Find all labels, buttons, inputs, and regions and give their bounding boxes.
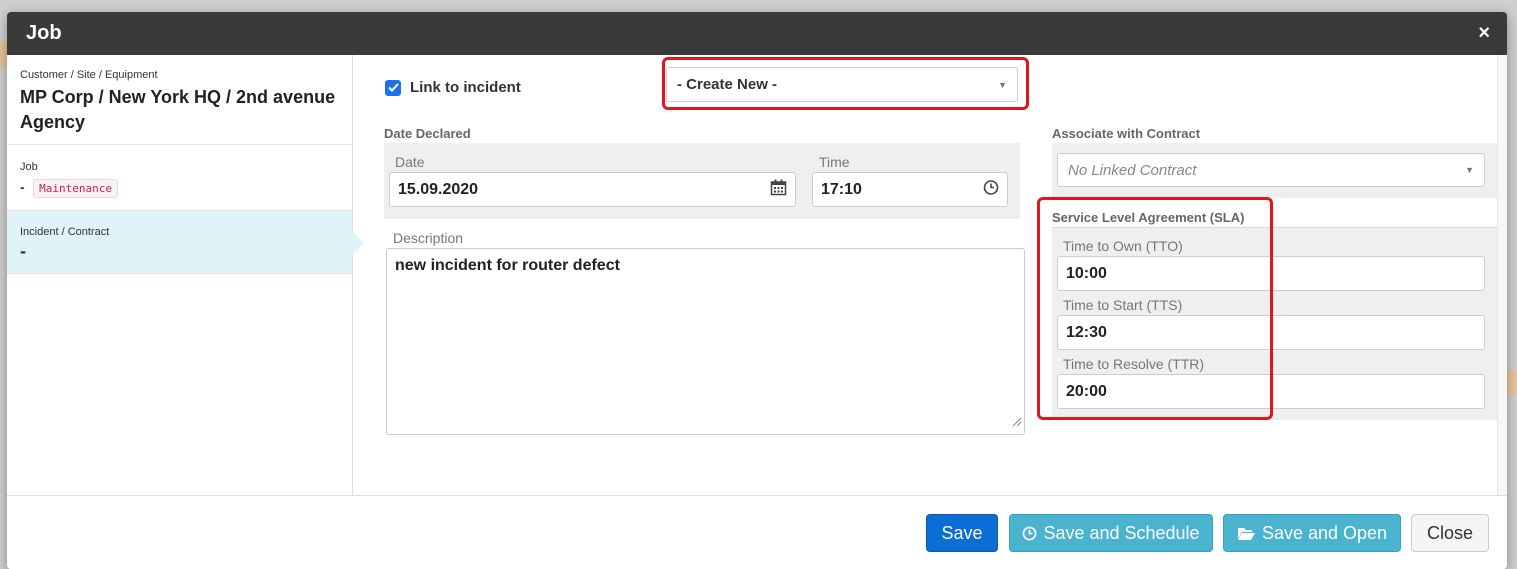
job-modal: Job × Customer / Site / Equipment MP Cor…: [7, 12, 1507, 569]
contract-placeholder: No Linked Contract: [1068, 161, 1197, 179]
calendar-icon[interactable]: [770, 179, 787, 201]
time-value: 17:10: [821, 180, 862, 198]
job-dash: -: [20, 179, 25, 195]
customer-label: Customer / Site / Equipment: [20, 69, 158, 81]
save-and-open-button[interactable]: Save and Open: [1223, 514, 1401, 552]
clock-icon: [1023, 526, 1037, 540]
sidebar-job-section[interactable]: Job - Maintenance: [7, 145, 352, 211]
modal-header: Job ×: [7, 12, 1507, 55]
description-label: Description: [393, 230, 464, 246]
check-icon: [387, 83, 399, 92]
resize-handle-icon[interactable]: [1012, 414, 1022, 432]
job-label: Job: [20, 161, 38, 173]
close-icon[interactable]: ×: [1478, 22, 1490, 44]
contract-select[interactable]: No Linked Contract ▼: [1057, 153, 1485, 187]
date-label: Date: [395, 154, 425, 170]
close-label: Close: [1426, 522, 1474, 543]
incident-value: -: [20, 241, 26, 261]
time-label: Time: [819, 154, 850, 170]
time-input[interactable]: 17:10: [812, 172, 1008, 207]
save-and-open-label: Save and Open: [1261, 522, 1388, 543]
main-form: Link to incident - Create New - ▼ Date D…: [353, 55, 1507, 495]
backdrop-strip: [0, 42, 7, 66]
highlight-sla: [1037, 197, 1273, 420]
description-value: new incident for router defect: [395, 257, 620, 274]
sidebar-incident-section[interactable]: Incident / Contract -: [7, 211, 364, 274]
description-textarea[interactable]: new incident for router defect: [386, 248, 1025, 435]
customer-value: MP Corp / New York HQ / 2nd avenue Agenc…: [20, 87, 336, 132]
clock-icon[interactable]: [983, 179, 999, 200]
job-type-tag: Maintenance: [33, 179, 118, 198]
highlight-incident-select: [662, 57, 1029, 110]
close-button[interactable]: Close: [1411, 514, 1489, 552]
date-input[interactable]: 15.09.2020: [389, 172, 796, 207]
chevron-down-icon: ▼: [1465, 165, 1474, 175]
folder-open-icon: [1237, 527, 1255, 540]
save-button[interactable]: Save: [926, 514, 998, 552]
save-and-schedule-button[interactable]: Save and Schedule: [1009, 514, 1213, 552]
link-label: Link to incident: [410, 79, 521, 96]
date-value: 15.09.2020: [398, 180, 479, 198]
modal-footer: Save Save and Schedule Save and Open Clo…: [7, 495, 1507, 569]
incident-label: Incident / Contract: [20, 226, 110, 238]
modal-title: Job: [26, 22, 62, 44]
link-to-incident-row[interactable]: Link to incident: [385, 79, 521, 96]
save-and-schedule-label: Save and Schedule: [1043, 522, 1200, 543]
backdrop-strip: [1507, 370, 1517, 394]
scrollbar[interactable]: [1497, 55, 1507, 495]
link-checkbox[interactable]: [385, 79, 401, 96]
save-label: Save: [941, 522, 983, 543]
sidebar-customer-section[interactable]: Customer / Site / Equipment MP Corp / Ne…: [7, 55, 352, 145]
sidebar: Customer / Site / Equipment MP Corp / Ne…: [7, 55, 364, 495]
